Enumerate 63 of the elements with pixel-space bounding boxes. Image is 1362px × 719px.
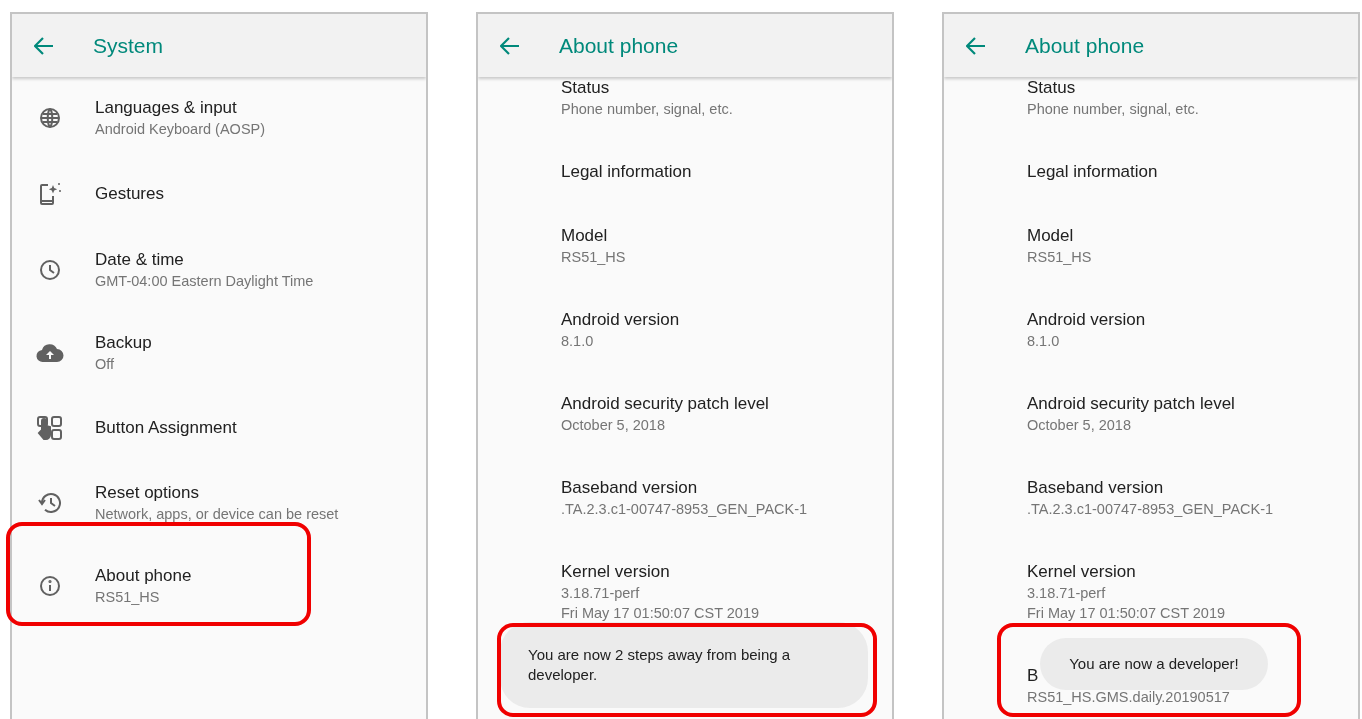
back-arrow-icon: [966, 36, 986, 55]
item-title: Button Assignment: [95, 417, 237, 439]
item-title: Model: [561, 225, 608, 247]
back-arrow-icon: [34, 36, 54, 55]
clock-icon: [37, 258, 62, 282]
item-title: Android version: [561, 309, 680, 331]
item-summary: 3.18.71-perf: [561, 584, 640, 603]
item-title: Legal information: [561, 161, 692, 183]
item-title: Status: [561, 77, 610, 99]
screen-title: About phone: [559, 32, 679, 59]
globe-icon: [37, 106, 62, 130]
item-summary: .TA.2.3.c1-00747-8953_GEN_PACK-1: [1027, 500, 1274, 519]
item-title: Baseband version: [561, 477, 698, 499]
settings-item[interactable]: Backup Off: [12, 332, 426, 374]
settings-item[interactable]: Languages & input Android Keyboard (AOSP): [12, 97, 426, 139]
item-summary: 3.18.71-perf: [1027, 584, 1106, 603]
item-title: B: [1027, 665, 1039, 687]
toast-message: You are now 2 steps away from being a developer.: [500, 622, 868, 708]
history-icon: [36, 491, 63, 515]
back-arrow-icon: [500, 36, 520, 55]
item-summary: RS51_HS: [1027, 248, 1092, 267]
item-summary: GMT-04:00 Eastern Daylight Time: [95, 272, 314, 291]
settings-item[interactable]: Button Assignment: [12, 415, 426, 441]
item-title: Status: [1027, 77, 1076, 99]
item-title: Kernel version: [561, 561, 670, 583]
item-summary: Network, apps, or device can be reset: [95, 505, 339, 524]
button-grid-hand-icon: [35, 415, 64, 441]
settings-item[interactable]: Date & time GMT-04:00 Eastern Daylight Time: [12, 249, 426, 291]
screen-title: About phone: [1025, 32, 1145, 59]
item-summary: Fri May 17 01:50:07 CST 2019: [561, 604, 759, 623]
item-title: Date & time: [95, 249, 184, 271]
item-summary: 8.1.0: [1027, 332, 1060, 351]
info-icon: [37, 574, 62, 598]
item-title: Gestures: [95, 183, 164, 205]
item-title: Languages & input: [95, 97, 237, 119]
item-summary: RS51_HS: [95, 588, 160, 607]
cloud-upload-icon: [35, 343, 64, 363]
item-summary: Phone number, signal, etc.: [1027, 100, 1199, 119]
item-summary: Fri May 17 01:50:07 CST 2019: [1027, 604, 1225, 623]
item-summary: October 5, 2018: [1027, 416, 1131, 435]
item-title: Reset options: [95, 482, 199, 504]
toast-message: You are now a developer!: [1040, 638, 1268, 690]
item-summary: October 5, 2018: [561, 416, 665, 435]
item-summary: RS51_HS.GMS.daily.20190517: [1027, 688, 1230, 707]
item-summary: Android Keyboard (AOSP): [95, 120, 266, 139]
item-summary: RS51_HS: [561, 248, 626, 267]
item-title: Android security patch level: [1027, 393, 1235, 415]
item-title: Kernel version: [1027, 561, 1136, 583]
item-title: Android version: [1027, 309, 1146, 331]
settings-item[interactable]: About phone RS51_HS: [12, 565, 426, 607]
item-summary: Phone number, signal, etc.: [561, 100, 733, 119]
item-title: About phone: [95, 565, 192, 587]
item-summary: 8.1.0: [561, 332, 594, 351]
screen-title: System: [93, 32, 163, 59]
settings-item[interactable]: Gestures: [12, 180, 426, 208]
item-title: Backup: [95, 332, 152, 354]
item-title: Baseband version: [1027, 477, 1164, 499]
settings-item[interactable]: Reset options Network, apps, or device can be reset: [12, 482, 426, 524]
item-title: Model: [1027, 225, 1074, 247]
item-title: Android security patch level: [561, 393, 769, 415]
item-summary: .TA.2.3.c1-00747-8953_GEN_PACK-1: [561, 500, 808, 519]
item-title: Legal information: [1027, 161, 1158, 183]
item-summary: Off: [95, 355, 115, 374]
